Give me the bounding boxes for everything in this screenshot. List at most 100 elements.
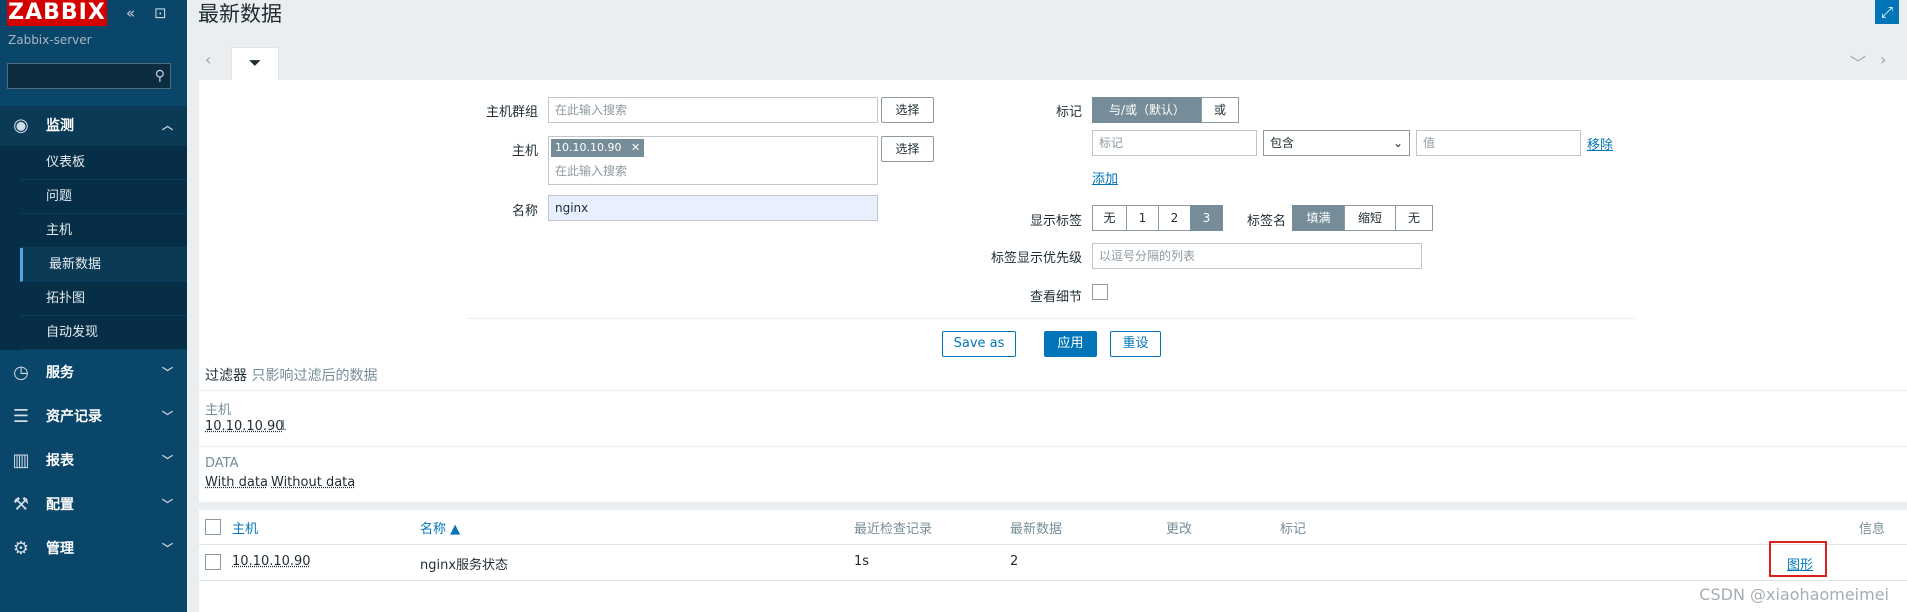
col-last-check-header: 最近检查记录 <box>854 522 933 537</box>
submenu-problems[interactable]: 问题 <box>20 180 187 214</box>
subfilter-host-label: 主机 <box>205 403 232 418</box>
menu-monitoring[interactable]: ◉ 监测 ︿ <box>0 106 187 146</box>
menu-label: 配置 <box>46 497 74 513</box>
zabbix-logo[interactable]: ZABBIX <box>7 0 107 26</box>
collapse-sidebar-icon[interactable]: « <box>126 4 135 22</box>
col-tags-header: 标记 <box>1280 522 1307 537</box>
show-details-checkbox[interactable] <box>1092 284 1108 300</box>
subfilter-host-link[interactable]: 10.10.10.90 <box>205 419 284 434</box>
chevron-up-icon: ︿ <box>162 119 173 132</box>
tag-name-short[interactable]: 缩短 <box>1344 205 1396 231</box>
host-chip: 10.10.10.90 ✕ <box>551 139 645 157</box>
sidebar: ZABBIX « ⊡ Zabbix-server ⚲ ◉ 监测 ︿ 仪表板 问题… <box>0 0 187 612</box>
chevron-down-icon: ﹀ <box>162 542 173 555</box>
tag-priority-label: 标签显示优先级 <box>990 251 1082 266</box>
reset-button[interactable]: 重设 <box>1110 331 1161 357</box>
gear-icon: ⚙ <box>12 538 30 559</box>
host-group-select-button[interactable]: 选择 <box>881 97 934 123</box>
col-name-header[interactable]: 名称 ▲ <box>420 518 460 537</box>
add-tag-link[interactable]: 添加 <box>1092 168 1118 187</box>
host-group-label: 主机群组 <box>485 105 538 120</box>
remove-tag-link[interactable]: 移除 <box>1587 134 1613 153</box>
tag-name-label: 标签名 <box>1246 214 1286 229</box>
tag-name-full[interactable]: 填满 <box>1292 205 1345 231</box>
select-all-checkbox[interactable] <box>205 519 221 535</box>
row-host-link[interactable]: 10.10.10.90 <box>232 554 311 569</box>
filter-tabbar <box>199 37 1907 79</box>
show-tags-label: 显示标签 <box>1029 214 1082 229</box>
row-item-name: nginx服务状态 <box>420 558 509 573</box>
divider <box>199 446 1907 447</box>
menu-label: 监测 <box>46 118 74 134</box>
submenu-hosts[interactable]: 主机 <box>20 214 187 248</box>
subfilter-without-data[interactable]: Without data <box>271 475 355 490</box>
fullscreen-icon[interactable]: ⤢ <box>1875 0 1899 24</box>
save-as-button[interactable]: Save as <box>942 331 1016 357</box>
tag-name-none[interactable]: 无 <box>1395 205 1433 231</box>
name-input[interactable]: nginx <box>548 195 878 221</box>
menu-reports[interactable]: ▥ 报表 ﹀ <box>0 441 187 481</box>
wrench-icon: ⚒ <box>12 494 30 515</box>
host-label: 主机 <box>511 144 538 159</box>
bar-chart-icon: ▥ <box>12 450 30 471</box>
kiosk-sidebar-icon[interactable]: ⊡ <box>154 4 167 22</box>
submenu-label: 最新数据 <box>49 257 102 272</box>
chevron-right-icon[interactable]: › <box>1880 50 1886 69</box>
subfilter-title-text: 过滤器 <box>205 368 247 384</box>
name-label: 名称 <box>511 204 538 219</box>
subfilter-note: 只影响过滤后的数据 <box>251 368 378 384</box>
submenu-label: 仪表板 <box>46 155 86 170</box>
filter-tab[interactable]: ⏷ <box>231 47 279 82</box>
chevron-down-icon: ﹀ <box>162 454 173 467</box>
show-tags-1[interactable]: 1 <box>1126 205 1159 231</box>
subfilter-with-data[interactable]: With data <box>205 475 268 490</box>
submenu-maps[interactable]: 拓扑图 <box>20 282 187 316</box>
header-divider <box>199 544 1907 545</box>
tag-priority-input[interactable]: 以逗号分隔的列表 <box>1092 243 1422 269</box>
clock-icon: ◷ <box>13 362 29 383</box>
chevron-down-icon: ﹀ <box>162 410 173 423</box>
chevron-down-icon: ⌄ <box>1392 136 1403 150</box>
submenu-latest-data[interactable]: 最新数据 <box>20 248 187 282</box>
filter-icon: ⏷ <box>248 53 262 72</box>
tag-name-input[interactable]: 标记 <box>1092 130 1257 156</box>
row-divider <box>199 580 1907 581</box>
eye-icon: ◉ <box>13 115 29 136</box>
tag-and-or-toggle[interactable]: 与/或（默认） <box>1092 97 1202 123</box>
show-tags-2[interactable]: 2 <box>1158 205 1191 231</box>
tag-or-toggle[interactable]: 或 <box>1201 97 1239 123</box>
chevron-left-icon[interactable]: ‹ <box>205 50 211 69</box>
host-chip-label: 10.10.10.90 <box>555 141 622 154</box>
submenu-discovery[interactable]: 自动发现 <box>20 316 187 350</box>
submenu-label: 问题 <box>46 189 73 204</box>
row-last-check: 1s <box>854 554 870 569</box>
show-details-label: 查看细节 <box>1029 290 1082 305</box>
menu-inventory[interactable]: ☰ 资产记录 ﹀ <box>0 397 187 437</box>
host-select-button[interactable]: 选择 <box>881 136 934 162</box>
row-checkbox[interactable] <box>205 554 221 570</box>
menu-administration[interactable]: ⚙ 管理 ﹀ <box>0 529 187 569</box>
show-tags-none[interactable]: 无 <box>1092 205 1127 231</box>
list-icon: ☰ <box>12 406 30 427</box>
show-tags-3[interactable]: 3 <box>1190 205 1223 231</box>
host-group-input[interactable]: 在此输入搜索 <box>548 97 878 123</box>
menu-configuration[interactable]: ⚒ 配置 ﹀ <box>0 485 187 525</box>
menu-services[interactable]: ◷ 服务 ﹀ <box>0 353 187 393</box>
tag-operator-select[interactable]: 包含 ⌄ <box>1263 130 1410 156</box>
remove-chip-icon[interactable]: ✕ <box>631 141 640 154</box>
chevron-down-icon[interactable]: ﹀ <box>1850 50 1866 74</box>
submenu-label: 拓扑图 <box>46 291 86 306</box>
highlight-box <box>1769 541 1827 577</box>
col-host-header[interactable]: 主机 <box>232 518 258 537</box>
tag-value-input[interactable]: 值 <box>1416 130 1581 156</box>
server-name: Zabbix-server <box>8 33 92 47</box>
page-title: 最新数据 <box>198 2 282 26</box>
filter-separator <box>467 318 1635 319</box>
submenu-dashboard[interactable]: 仪表板 <box>20 146 187 180</box>
apply-button[interactable]: 应用 <box>1044 331 1097 357</box>
menu-label: 管理 <box>46 541 74 557</box>
search-icon[interactable]: ⚲ <box>155 68 165 84</box>
col-last-value-header: 最新数据 <box>1010 522 1063 537</box>
sidebar-search-input[interactable]: ⚲ <box>7 63 171 89</box>
subfilter-host-count: 1 <box>279 419 288 434</box>
